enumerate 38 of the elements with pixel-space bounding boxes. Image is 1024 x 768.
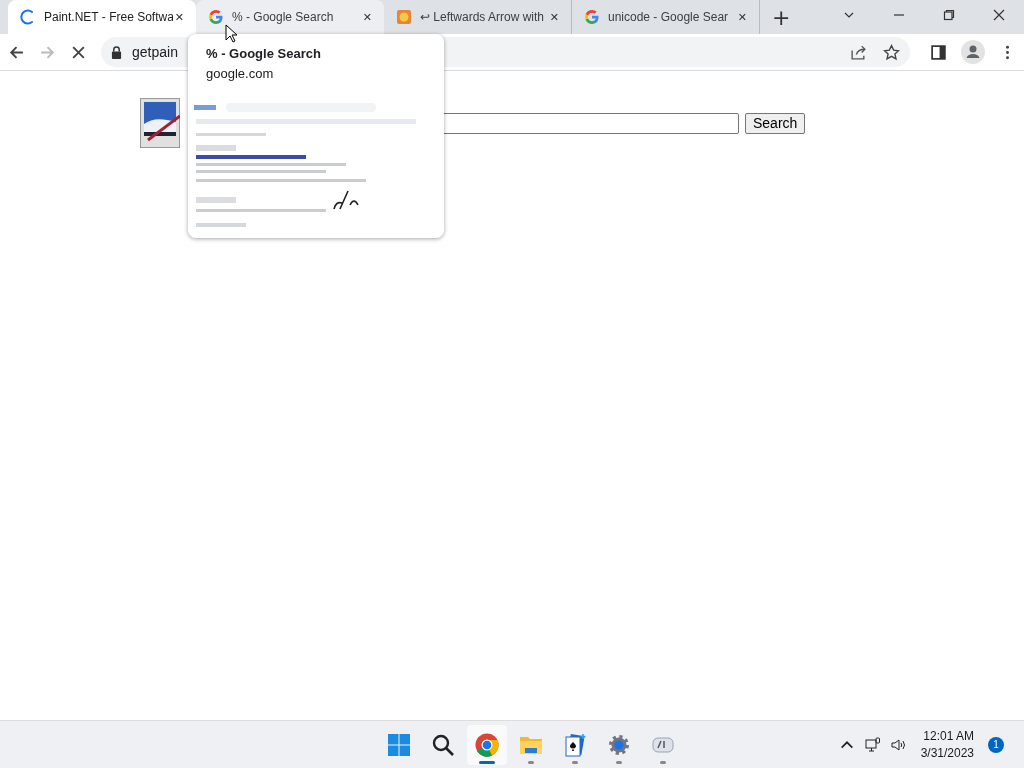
loading-spinner-icon (20, 9, 36, 25)
clock-time: 12:01 AM (923, 727, 974, 745)
url-text: getpain (132, 44, 178, 60)
lock-icon (111, 45, 122, 59)
google-g-icon (584, 9, 600, 25)
close-tab-button[interactable]: ✕ (735, 10, 749, 24)
profile-avatar-icon[interactable] (961, 40, 985, 64)
paint-logo-icon (140, 98, 180, 148)
windows-logo-icon (387, 732, 412, 757)
close-icon[interactable] (993, 9, 1005, 21)
clock-date: 3/31/2023 (920, 744, 974, 762)
tab-title: % - Google Search (232, 10, 335, 24)
close-tab-button[interactable]: ✕ (547, 10, 561, 24)
gear-icon (607, 732, 632, 757)
network-icon[interactable] (864, 736, 881, 753)
speaker-icon[interactable] (890, 736, 907, 753)
new-tab-button[interactable]: + (766, 4, 797, 30)
clock[interactable]: 12:01 AM 3/31/2023 (920, 727, 974, 762)
search-button[interactable]: Search (745, 112, 806, 134)
restore-icon[interactable] (943, 9, 955, 21)
share-icon[interactable] (850, 43, 867, 61)
star-icon[interactable] (883, 43, 900, 61)
app-icon (396, 9, 412, 25)
google-g-icon (208, 9, 224, 25)
close-tab-button[interactable]: ✕ (172, 10, 186, 24)
notification-badge[interactable]: 1 (988, 736, 1004, 753)
tab-title: ↩ Leftwards Arrow with (420, 10, 546, 24)
close-tab-button[interactable]: ✕ (360, 10, 374, 24)
side-panel-icon[interactable] (930, 43, 947, 61)
card-domain: google.com (205, 65, 275, 81)
taskbar-app[interactable] (467, 724, 508, 765)
browser-tab[interactable]: % - Google Search ✕ (196, 0, 384, 34)
tab-title: unicode - Google Sear (608, 10, 730, 24)
card-title: % - Google Search (205, 45, 322, 61)
playing-cards-icon (563, 732, 588, 757)
search-icon (431, 732, 456, 757)
chrome-icon (475, 732, 500, 757)
browser-tab[interactable]: unicode - Google Sear ✕ (572, 0, 760, 34)
